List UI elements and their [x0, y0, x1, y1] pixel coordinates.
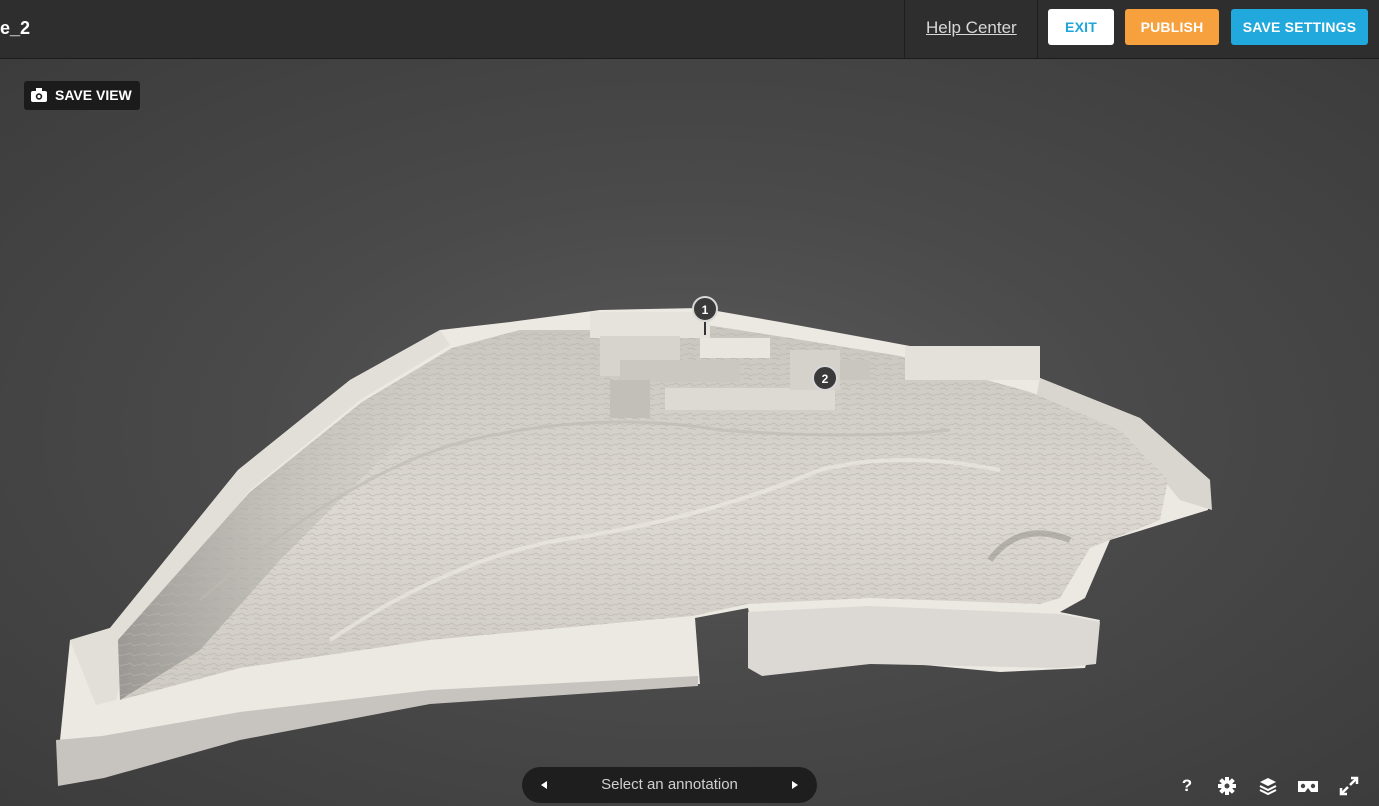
annotation-select-label[interactable]: Select an annotation — [562, 767, 777, 803]
top-bar: e_2 Help Center EXIT PUBLISH SAVE SETTIN… — [0, 0, 1379, 59]
annotation-marker-2[interactable]: 2 — [812, 365, 838, 391]
vr-button[interactable] — [1295, 773, 1321, 799]
fullscreen-button[interactable] — [1336, 773, 1362, 799]
terrain-model[interactable]: 1 2 — [0, 59, 1379, 806]
fullscreen-icon — [1339, 776, 1359, 796]
model-title: e_2 — [0, 18, 31, 38]
save-view-label: SAVE VIEW — [55, 87, 132, 103]
layers-button[interactable] — [1255, 773, 1281, 799]
settings-button[interactable] — [1214, 773, 1240, 799]
help-center-link[interactable]: Help Center — [926, 0, 1017, 56]
publish-button[interactable]: PUBLISH — [1125, 9, 1219, 45]
exit-button[interactable]: EXIT — [1048, 9, 1114, 45]
annotation-navigator: Select an annotation — [522, 767, 817, 803]
caret-right-icon — [792, 781, 798, 789]
3d-viewport[interactable]: 1 2 SAVE VIEW Select an annotation ? — [0, 59, 1379, 806]
next-annotation-button[interactable] — [779, 767, 809, 803]
divider — [1037, 0, 1038, 58]
settings-gear-icon — [1218, 777, 1236, 795]
previous-annotation-button[interactable] — [530, 767, 560, 803]
save-view-button[interactable]: SAVE VIEW — [24, 81, 140, 110]
save-settings-button[interactable]: SAVE SETTINGS — [1231, 9, 1368, 45]
help-button[interactable]: ? — [1174, 773, 1200, 799]
caret-left-icon — [541, 781, 547, 789]
annotation-marker-label: 2 — [822, 372, 829, 386]
divider — [904, 0, 905, 58]
help-icon: ? — [1181, 776, 1193, 795]
annotation-marker-label: 1 — [702, 303, 709, 317]
layers-icon — [1259, 778, 1277, 796]
camera-icon — [31, 88, 47, 102]
vr-headset-icon — [1298, 781, 1318, 792]
